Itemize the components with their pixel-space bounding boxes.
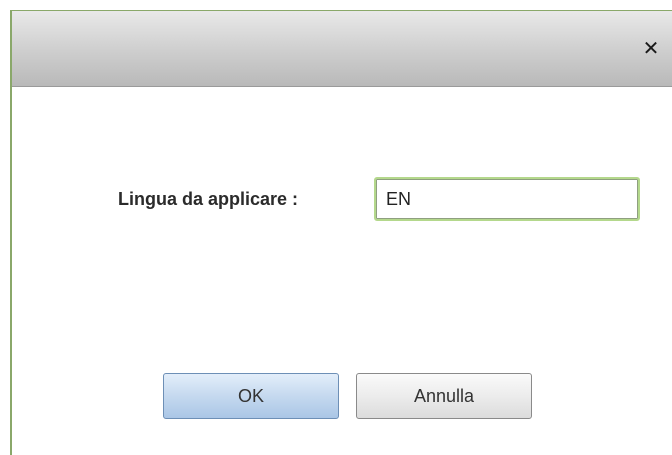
- language-dialog: ✕ Lingua da applicare : OK Annulla: [10, 10, 672, 455]
- language-input[interactable]: [374, 177, 640, 221]
- ok-button[interactable]: OK: [163, 373, 339, 419]
- language-field-label: Lingua da applicare :: [118, 189, 299, 209]
- dialog-titlebar: ✕: [12, 11, 672, 87]
- cancel-button[interactable]: Annulla: [356, 373, 532, 419]
- close-icon[interactable]: ✕: [636, 33, 666, 63]
